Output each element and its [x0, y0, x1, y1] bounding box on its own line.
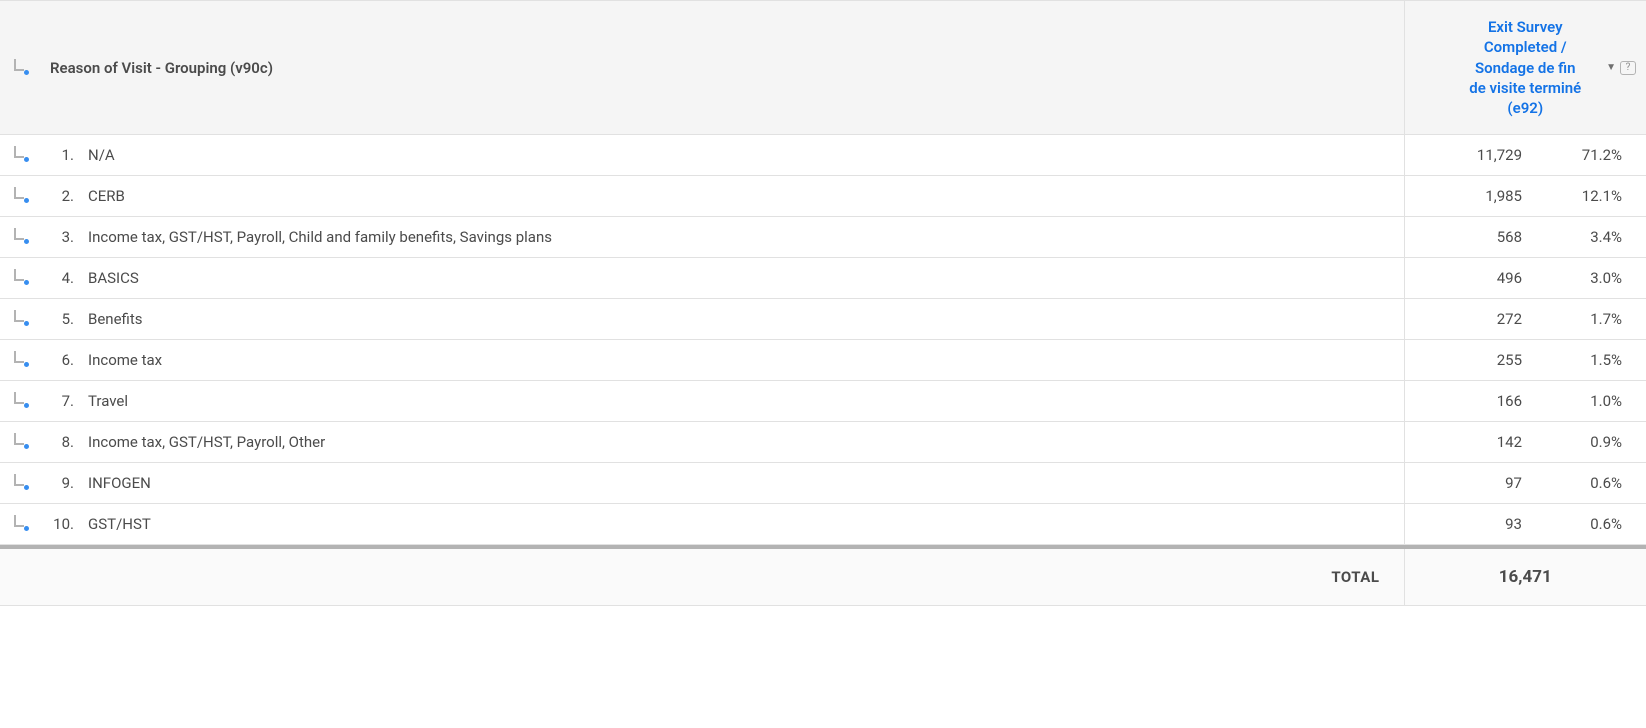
row-breakdown-icon-cell[interactable] [0, 217, 42, 258]
row-percent: 0.6% [1534, 463, 1646, 504]
row-rank: 8. [42, 422, 80, 463]
row-value: 142 [1404, 422, 1534, 463]
breakdown-icon [12, 350, 30, 366]
row-label: BASICS [80, 258, 1404, 299]
breakdown-icon [12, 268, 30, 284]
row-breakdown-icon-cell[interactable] [0, 381, 42, 422]
help-icon[interactable]: ? [1620, 61, 1636, 75]
table-row[interactable]: 6.Income tax2551.5% [0, 340, 1646, 381]
row-label: Travel [80, 381, 1404, 422]
table-header-row: Reason of Visit - Grouping (v90c) Exit S… [0, 1, 1646, 135]
row-rank: 4. [42, 258, 80, 299]
row-breakdown-icon-cell[interactable] [0, 135, 42, 176]
row-label: GST/HST [80, 504, 1404, 545]
table-row[interactable]: 9.INFOGEN970.6% [0, 463, 1646, 504]
row-percent: 12.1% [1534, 176, 1646, 217]
row-rank: 6. [42, 340, 80, 381]
table-row[interactable]: 4.BASICS4963.0% [0, 258, 1646, 299]
row-breakdown-icon-cell[interactable] [0, 504, 42, 545]
row-breakdown-icon-cell[interactable] [0, 422, 42, 463]
row-value: 496 [1404, 258, 1534, 299]
row-percent: 1.5% [1534, 340, 1646, 381]
row-value: 93 [1404, 504, 1534, 545]
row-label: Income tax [80, 340, 1404, 381]
row-label: INFOGEN [80, 463, 1404, 504]
row-rank: 7. [42, 381, 80, 422]
row-label: Income tax, GST/HST, Payroll, Other [80, 422, 1404, 463]
total-label: TOTAL [0, 549, 1404, 606]
row-rank: 2. [42, 176, 80, 217]
breakdown-icon [12, 186, 30, 202]
breakdown-icon [12, 514, 30, 530]
metric-header[interactable]: Exit Survey Completed / Sondage de fin d… [1404, 1, 1646, 135]
table-row[interactable]: 8.Income tax, GST/HST, Payroll, Other142… [0, 422, 1646, 463]
table-row[interactable]: 5.Benefits2721.7% [0, 299, 1646, 340]
dimension-header[interactable]: Reason of Visit - Grouping (v90c) [42, 1, 1404, 135]
metric-header-controls: ▼ ? [1606, 61, 1636, 75]
breakdown-icon [12, 391, 30, 407]
row-percent: 0.6% [1534, 504, 1646, 545]
row-breakdown-icon-cell[interactable] [0, 463, 42, 504]
row-value: 568 [1404, 217, 1534, 258]
row-breakdown-icon-cell[interactable] [0, 340, 42, 381]
row-value: 255 [1404, 340, 1534, 381]
row-label: N/A [80, 135, 1404, 176]
row-value: 97 [1404, 463, 1534, 504]
row-breakdown-icon-cell[interactable] [0, 299, 42, 340]
row-value: 272 [1404, 299, 1534, 340]
total-row: TOTAL16,471 [0, 549, 1646, 606]
total-value: 16,471 [1404, 549, 1646, 606]
row-label: Benefits [80, 299, 1404, 340]
dimension-header-label: Reason of Visit - Grouping (v90c) [50, 59, 273, 77]
breakdown-icon [12, 309, 30, 325]
row-rank: 10. [42, 504, 80, 545]
row-percent: 3.4% [1534, 217, 1646, 258]
row-breakdown-icon-cell[interactable] [0, 258, 42, 299]
breakdown-icon [12, 227, 30, 243]
row-label: Income tax, GST/HST, Payroll, Child and … [80, 217, 1404, 258]
row-rank: 3. [42, 217, 80, 258]
row-percent: 71.2% [1534, 135, 1646, 176]
row-breakdown-icon-cell[interactable] [0, 176, 42, 217]
row-percent: 1.7% [1534, 299, 1646, 340]
sort-descending-icon[interactable]: ▼ [1606, 62, 1616, 73]
row-percent: 3.0% [1534, 258, 1646, 299]
row-value: 11,729 [1404, 135, 1534, 176]
table-row[interactable]: 7.Travel1661.0% [0, 381, 1646, 422]
row-percent: 0.9% [1534, 422, 1646, 463]
row-label: CERB [80, 176, 1404, 217]
report-table: Reason of Visit - Grouping (v90c) Exit S… [0, 0, 1646, 606]
metric-header-link[interactable]: Exit Survey Completed / Sondage de fin d… [1465, 17, 1585, 118]
table-row[interactable]: 3.Income tax, GST/HST, Payroll, Child an… [0, 217, 1646, 258]
header-breakdown-icon-cell[interactable] [0, 1, 42, 135]
table-row[interactable]: 1.N/A11,72971.2% [0, 135, 1646, 176]
table-row[interactable]: 10.GST/HST930.6% [0, 504, 1646, 545]
row-rank: 1. [42, 135, 80, 176]
row-value: 166 [1404, 381, 1534, 422]
breakdown-icon [12, 432, 30, 448]
row-rank: 9. [42, 463, 80, 504]
breakdown-icon [12, 473, 30, 489]
breakdown-icon [12, 58, 30, 74]
breakdown-icon [12, 145, 30, 161]
row-rank: 5. [42, 299, 80, 340]
row-percent: 1.0% [1534, 381, 1646, 422]
table-row[interactable]: 2.CERB1,98512.1% [0, 176, 1646, 217]
row-value: 1,985 [1404, 176, 1534, 217]
